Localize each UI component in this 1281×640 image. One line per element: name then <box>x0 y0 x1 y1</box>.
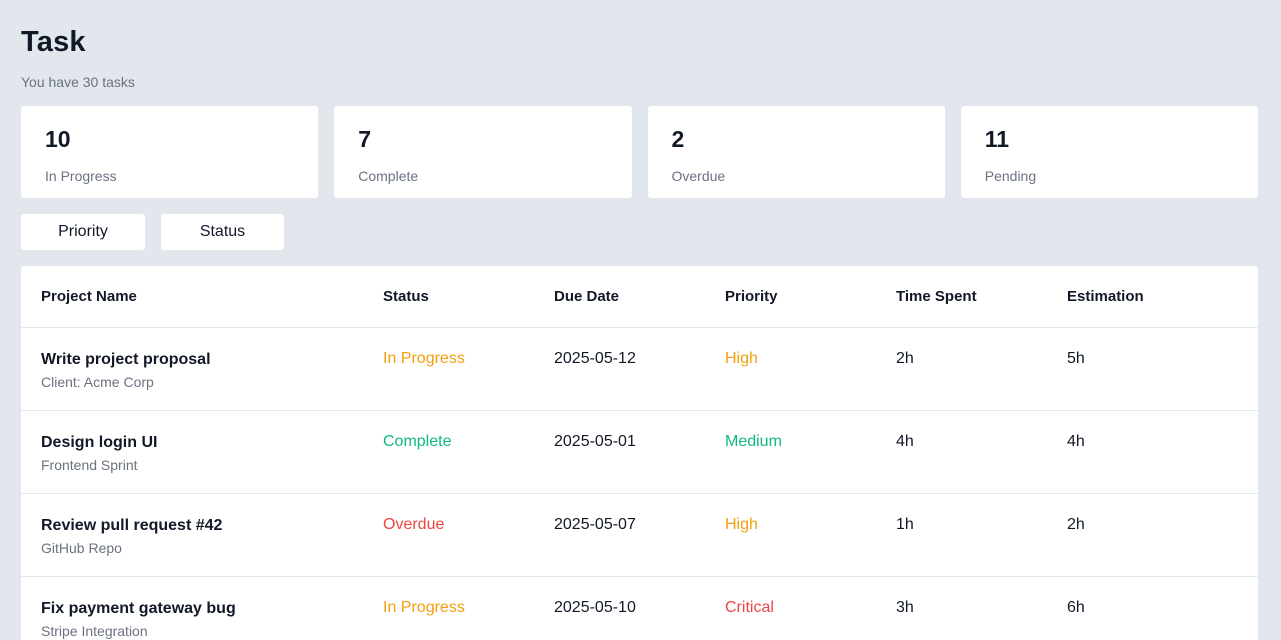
due-date-cell: 2025-05-12 <box>534 327 705 411</box>
table-row[interactable]: Design login UI Frontend Sprint Complete… <box>21 410 1258 494</box>
project-name: Write project proposal <box>41 350 211 368</box>
table-row[interactable]: Review pull request #42 GitHub Repo Over… <box>21 493 1258 577</box>
project-name: Fix payment gateway bug <box>41 599 236 617</box>
status-filter-button[interactable]: Status <box>161 214 284 250</box>
summary-label: Complete <box>358 168 419 184</box>
filter-bar: Priority Status <box>21 214 284 250</box>
estimation-cell: 5h <box>1047 327 1258 411</box>
table-row[interactable]: Fix payment gateway bug Stripe Integrati… <box>21 576 1258 640</box>
summary-card-overdue[interactable]: 2 Overdue <box>647 106 945 198</box>
column-header-time-spent[interactable]: Time Spent <box>876 266 1047 328</box>
table-body: Write project proposal Client: Acme Corp… <box>21 327 1258 640</box>
estimation-cell: 4h <box>1047 410 1258 494</box>
project-name: Review pull request #42 <box>41 516 223 534</box>
project-client: Frontend Sprint <box>41 456 138 473</box>
task-page: Task You have 30 tasks 10 In Progress 7 … <box>0 0 1281 640</box>
project-name: Design login UI <box>41 433 158 451</box>
summary-count: 7 <box>358 126 372 152</box>
project-client: GitHub Repo <box>41 539 122 556</box>
estimation-cell: 6h <box>1047 576 1258 640</box>
time-spent-cell: 2h <box>876 327 1047 411</box>
task-table-container: Project Name Status Due Date Priority Ti… <box>21 266 1258 640</box>
summary-label: In Progress <box>45 168 117 184</box>
project-name-cell: Review pull request #42 GitHub Repo <box>21 493 363 577</box>
column-header-estimation[interactable]: Estimation <box>1047 266 1258 328</box>
project-name-cell: Write project proposal Client: Acme Corp <box>21 327 363 411</box>
task-table: Project Name Status Due Date Priority Ti… <box>21 266 1258 640</box>
estimation-cell: 2h <box>1047 493 1258 577</box>
due-date-cell: 2025-05-07 <box>534 493 705 577</box>
project-name-cell: Fix payment gateway bug Stripe Integrati… <box>21 576 363 640</box>
status-cell: Complete <box>363 410 534 494</box>
project-name-cell: Design login UI Frontend Sprint <box>21 410 363 494</box>
project-client: Stripe Integration <box>41 622 148 639</box>
due-date-cell: 2025-05-10 <box>534 576 705 640</box>
column-header-due-date[interactable]: Due Date <box>534 266 705 328</box>
column-header-project-name[interactable]: Project Name <box>21 266 363 328</box>
status-cell: Overdue <box>363 493 534 577</box>
summary-cards: 10 In Progress 7 Complete 2 Overdue 11 P… <box>21 106 1258 198</box>
time-spent-cell: 4h <box>876 410 1047 494</box>
priority-cell: High <box>705 327 876 411</box>
priority-cell: Medium <box>705 410 876 494</box>
due-date-cell: 2025-05-01 <box>534 410 705 494</box>
status-cell: In Progress <box>363 576 534 640</box>
column-header-priority[interactable]: Priority <box>705 266 876 328</box>
summary-count: 2 <box>671 126 685 152</box>
summary-card-in-progress[interactable]: 10 In Progress <box>21 106 319 198</box>
task-count-subtitle: You have 30 tasks <box>21 74 135 90</box>
page-title: Task <box>21 26 86 58</box>
summary-card-pending[interactable]: 11 Pending <box>960 106 1258 198</box>
summary-count: 10 <box>45 126 71 152</box>
time-spent-cell: 1h <box>876 493 1047 577</box>
header-row: Project Name Status Due Date Priority Ti… <box>21 266 1258 328</box>
summary-label: Overdue <box>671 168 726 184</box>
time-spent-cell: 3h <box>876 576 1047 640</box>
priority-cell: High <box>705 493 876 577</box>
status-cell: In Progress <box>363 327 534 411</box>
summary-count: 11 <box>984 126 1010 152</box>
priority-cell: Critical <box>705 576 876 640</box>
column-header-status[interactable]: Status <box>363 266 534 328</box>
summary-card-complete[interactable]: 7 Complete <box>334 106 632 198</box>
priority-filter-button[interactable]: Priority <box>21 214 145 250</box>
table-row[interactable]: Write project proposal Client: Acme Corp… <box>21 327 1258 411</box>
table-header: Project Name Status Due Date Priority Ti… <box>21 266 1258 328</box>
project-client: Client: Acme Corp <box>41 373 154 390</box>
summary-label: Pending <box>984 168 1037 184</box>
